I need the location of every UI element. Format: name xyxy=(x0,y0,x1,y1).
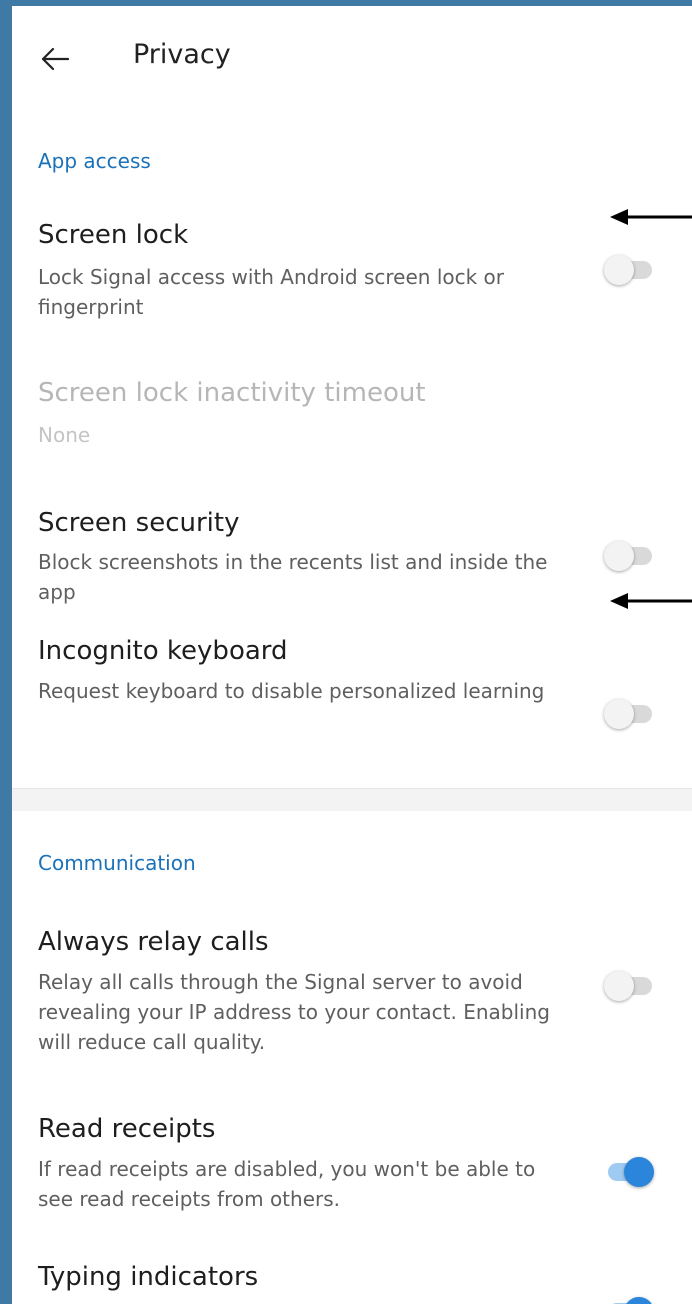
setting-row-incognito-keyboard[interactable]: Incognito keyboard Request keyboard to d… xyxy=(12,636,692,766)
setting-subtitle: If read receipts are disabled, you won't… xyxy=(38,1157,536,1211)
setting-title: Screen lock xyxy=(38,220,189,250)
always-relay-calls-toggle[interactable] xyxy=(604,969,656,1003)
setting-title: Screen lock inactivity timeout xyxy=(38,378,426,408)
setting-subtitle: Block screenshots in the recents list an… xyxy=(38,550,548,604)
setting-title: Always relay calls xyxy=(38,927,269,957)
typing-indicators-toggle[interactable] xyxy=(604,1295,656,1304)
setting-row-screen-security[interactable]: Screen security Block screenshots in the… xyxy=(12,508,692,618)
setting-row-typing-indicators[interactable]: Typing indicators xyxy=(12,1262,692,1304)
setting-row-read-receipts[interactable]: Read receipts If read receipts are disab… xyxy=(12,1114,692,1224)
incognito-keyboard-toggle[interactable] xyxy=(604,697,656,731)
toggle-knob xyxy=(604,255,634,285)
screen-security-toggle[interactable] xyxy=(604,539,656,573)
toggle-knob xyxy=(604,541,634,571)
setting-subtitle: Request keyboard to disable personalized… xyxy=(38,679,545,703)
setting-row-inactivity-timeout[interactable]: Screen lock inactivity timeout None xyxy=(12,378,692,458)
setting-value: None xyxy=(38,423,91,447)
section-header-communication: Communication xyxy=(38,851,196,875)
setting-title: Typing indicators xyxy=(38,1262,259,1292)
app-bar: Privacy xyxy=(12,6,692,106)
setting-row-always-relay-calls[interactable]: Always relay calls Relay all calls throu… xyxy=(12,927,692,1067)
setting-subtitle: Lock Signal access with Android screen l… xyxy=(38,265,505,319)
toggle-knob xyxy=(624,1157,654,1187)
toggle-knob xyxy=(604,971,634,1001)
screen-lock-toggle[interactable] xyxy=(604,253,656,287)
setting-title: Screen security xyxy=(38,508,240,538)
arrow-left-icon[interactable] xyxy=(40,44,70,74)
setting-title: Incognito keyboard xyxy=(38,636,288,666)
section-header-app-access: App access xyxy=(38,149,151,173)
setting-title: Read receipts xyxy=(38,1114,216,1144)
annotation-arrow-left-icon xyxy=(610,593,692,609)
annotation-arrow-left-icon xyxy=(610,209,692,225)
toggle-knob xyxy=(604,699,634,729)
page-title: Privacy xyxy=(133,39,231,70)
privacy-settings-screen: Privacy App access Screen lock Lock Sign… xyxy=(12,6,692,1304)
read-receipts-toggle[interactable] xyxy=(604,1155,656,1189)
setting-row-screen-lock[interactable]: Screen lock Lock Signal access with Andr… xyxy=(12,220,692,330)
toggle-knob xyxy=(624,1297,654,1304)
section-divider xyxy=(12,788,692,811)
setting-subtitle: Relay all calls through the Signal serve… xyxy=(38,970,550,1054)
